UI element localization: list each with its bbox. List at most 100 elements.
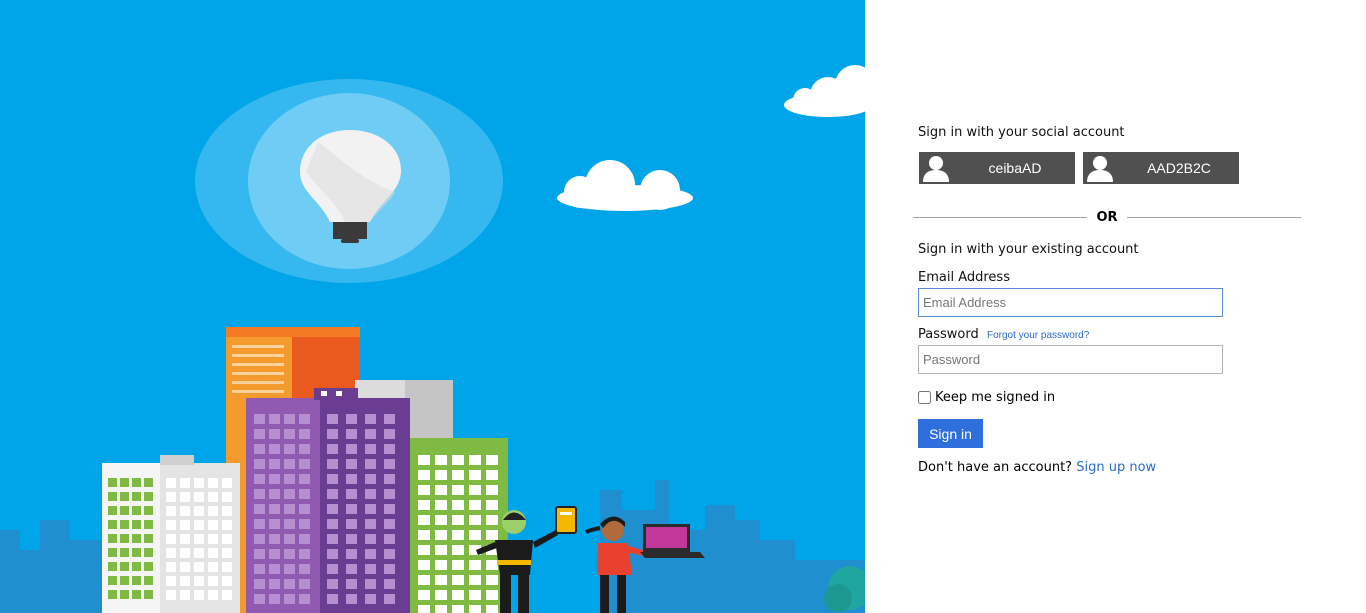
social-provider-button-aad2b2c[interactable]: AAD2B2C <box>1083 152 1239 184</box>
building-window <box>269 534 280 544</box>
building-window <box>452 485 464 495</box>
building-window <box>299 444 310 454</box>
building-window <box>254 504 265 514</box>
building-window <box>180 534 190 544</box>
building-window <box>384 549 395 559</box>
social-provider-button-ceibaad[interactable]: ceibaAD <box>919 152 1075 184</box>
building-window <box>384 534 395 544</box>
building-window <box>418 545 430 555</box>
building-window <box>222 548 232 558</box>
building-window <box>435 560 447 570</box>
sign-up-link[interactable]: Sign up now <box>1076 460 1156 475</box>
building-window <box>452 455 464 465</box>
building-window <box>365 444 376 454</box>
building-window <box>120 520 129 529</box>
building-window <box>486 590 498 600</box>
building-window <box>435 590 447 600</box>
building-window <box>269 429 280 439</box>
building-window <box>418 530 430 540</box>
building-window <box>132 576 141 585</box>
building-window <box>166 506 176 516</box>
building-window <box>132 548 141 557</box>
building-window <box>284 429 295 439</box>
building-window <box>269 504 280 514</box>
building-window <box>469 605 481 613</box>
keep-signed-in-checkbox[interactable] <box>918 391 931 404</box>
building-window <box>299 459 310 469</box>
building-window <box>180 478 190 488</box>
building-window <box>346 594 357 604</box>
building-window <box>269 474 280 484</box>
password-input[interactable] <box>918 345 1223 374</box>
building-window <box>208 492 218 502</box>
building-window <box>120 548 129 557</box>
keep-signed-in-label[interactable]: Keep me signed in <box>935 390 1055 405</box>
building-window <box>108 548 117 557</box>
building-window <box>208 562 218 572</box>
building-window <box>166 562 176 572</box>
building-window <box>469 590 481 600</box>
building-window <box>418 455 430 465</box>
building-window <box>222 520 232 530</box>
building-window <box>284 549 295 559</box>
building-window <box>346 579 357 589</box>
building-window <box>469 500 481 510</box>
building-window <box>180 492 190 502</box>
building-window <box>299 534 310 544</box>
building-window <box>180 506 190 516</box>
building-window <box>120 576 129 585</box>
building-window <box>254 459 265 469</box>
building-window <box>284 534 295 544</box>
user-icon <box>921 154 951 182</box>
building-window <box>418 470 430 480</box>
building-window <box>120 534 129 543</box>
building-window <box>469 515 481 525</box>
building-window <box>144 506 153 515</box>
building-window <box>166 520 176 530</box>
building-window <box>469 470 481 480</box>
building-window <box>132 506 141 515</box>
building-window <box>144 562 153 571</box>
building-window <box>132 534 141 543</box>
building-window <box>284 564 295 574</box>
building-window <box>166 492 176 502</box>
building-window <box>384 459 395 469</box>
sign-in-button[interactable]: Sign in <box>918 419 983 448</box>
building-window <box>208 534 218 544</box>
building-window <box>435 605 447 613</box>
cloud-2 <box>784 65 865 117</box>
building-window <box>346 519 357 529</box>
building-window <box>120 478 129 487</box>
social-heading: Sign in with your social account <box>918 125 1125 140</box>
building-window <box>166 590 176 600</box>
building-window <box>365 594 376 604</box>
building-window <box>346 414 357 424</box>
building-window <box>222 492 232 502</box>
building-window <box>194 576 204 586</box>
divider-or-text: OR <box>1096 210 1118 225</box>
building-window <box>254 534 265 544</box>
forgot-password-link[interactable]: Forgot your password? <box>987 330 1089 341</box>
building-window <box>284 519 295 529</box>
building-window <box>284 594 295 604</box>
building-window <box>299 414 310 424</box>
building-window <box>486 575 498 585</box>
building-window <box>166 478 176 488</box>
building-window <box>486 470 498 480</box>
building-window <box>120 506 129 515</box>
building-window <box>452 530 464 540</box>
building-window <box>269 444 280 454</box>
building-window <box>327 594 338 604</box>
building-window <box>299 504 310 514</box>
building-window <box>284 489 295 499</box>
user-icon <box>1085 154 1115 182</box>
building-window <box>108 576 117 585</box>
building-window <box>384 519 395 529</box>
building-window <box>486 515 498 525</box>
building-window <box>144 478 153 487</box>
email-input[interactable] <box>918 288 1223 317</box>
purple-building <box>246 388 410 613</box>
building-window <box>144 576 153 585</box>
building-window <box>299 594 310 604</box>
building-window <box>418 590 430 600</box>
